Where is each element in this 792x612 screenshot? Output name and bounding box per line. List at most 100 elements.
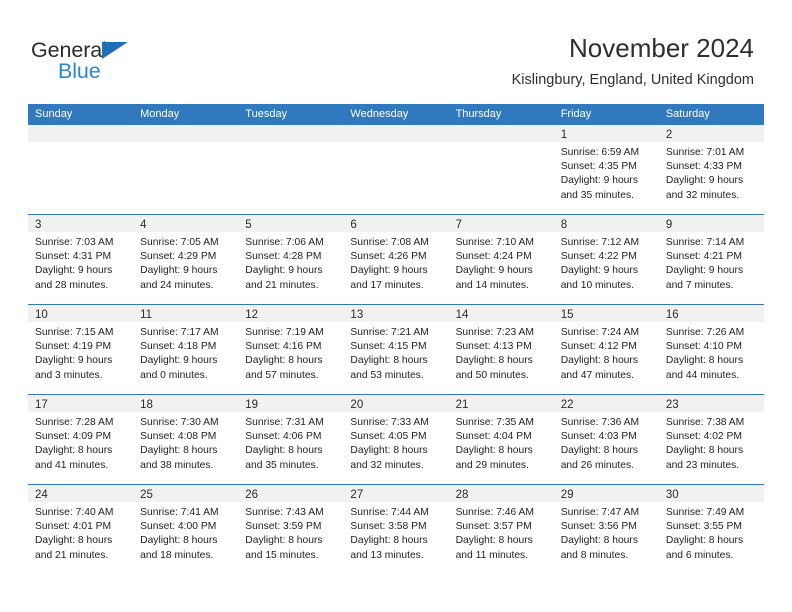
day-detail-line: and 7 minutes. <box>665 279 734 291</box>
day-detail-line: Daylight: 8 hours <box>455 355 533 367</box>
day-number-band: 17 <box>28 395 134 412</box>
calendar-day-cell[interactable]: 28 Sunrise: 7:46 AM Sunset: 3:57 PM Dayligh… <box>448 485 554 574</box>
calendar-day-cell[interactable]: 27 Sunrise: 7:44 AM Sunset: 3:58 PM Dayligh… <box>343 485 449 574</box>
day-detail-line: Sunrise: 6:59 AM <box>560 147 640 158</box>
weekday-header-monday: Monday <box>140 108 180 120</box>
calendar-day-cell[interactable]: 6 Sunrise: 7:08 AM Sunset: 4:26 PM Daylight… <box>343 215 449 304</box>
day-detail-line: Daylight: 8 hours <box>350 445 428 457</box>
weekday-header-row: Sunday Monday Tuesday Wednesday Thursday Frid… <box>28 104 764 124</box>
calendar-day-cell[interactable]: 22 Sunrise: 7:36 AM Sunset: 4:03 PM Dayligh… <box>553 395 659 484</box>
day-detail-line: Sunrise: 7:31 AM <box>245 417 324 428</box>
calendar-day-cell[interactable]: 30 Sunrise: 7:49 AM Sunset: 3:55 PM Dayligh… <box>658 485 764 574</box>
day-number: 26 <box>245 489 259 501</box>
calendar-day-cell[interactable]: 24 Sunrise: 7:40 AM Sunset: 4:01 PM Dayligh… <box>28 485 134 574</box>
day-detail-line: Daylight: 9 hours <box>35 265 113 277</box>
day-detail-line: Sunset: 4:13 PM <box>455 341 532 353</box>
calendar-day-cell[interactable]: 26 Sunrise: 7:43 AM Sunset: 3:59 PM Dayligh… <box>238 485 344 574</box>
day-number: 20 <box>350 399 364 411</box>
day-detail-line: Daylight: 8 hours <box>665 355 744 367</box>
calendar-day-cell[interactable]: 14 Sunrise: 7:23 AM Sunset: 4:13 PM Dayligh… <box>448 305 554 394</box>
day-detail-line: Sunrise: 7:06 AM <box>245 237 324 248</box>
day-number-band: 20 <box>343 395 449 412</box>
calendar-day-cell[interactable]: 20 Sunrise: 7:33 AM Sunset: 4:05 PM Dayligh… <box>343 395 449 484</box>
day-number-band <box>448 125 554 142</box>
day-detail-line: Sunset: 4:09 PM <box>35 431 112 443</box>
day-detail-line: Daylight: 9 hours <box>140 355 218 367</box>
calendar-day-cell[interactable]: 15 Sunrise: 7:24 AM Sunset: 4:12 PM Dayligh… <box>553 305 659 394</box>
day-detail-line: Sunset: 4:24 PM <box>455 251 532 263</box>
day-number: 24 <box>35 489 48 501</box>
day-details: Sunrise: 7:31 AM Sunset: 4:06 PM Daylight:… <box>238 412 343 473</box>
calendar-day-cell[interactable]: 4 Sunrise: 7:05 AM Sunset: 4:29 PM Daylight… <box>133 215 239 304</box>
triangle-icon <box>102 42 128 59</box>
day-number-band: 19 <box>238 395 344 412</box>
day-number: 10 <box>35 309 48 321</box>
day-number-band: 26 <box>238 485 344 502</box>
day-details: Sunrise: 7:24 AM Sunset: 4:12 PM Daylight:… <box>554 322 659 383</box>
day-detail-line: Sunrise: 7:46 AM <box>455 507 534 518</box>
day-detail-line: Sunrise: 7:26 AM <box>665 327 745 338</box>
calendar-grid: Sunday Monday Tuesday Wednesday Thursday Frid… <box>28 104 764 574</box>
calendar-day-cell[interactable]: 16 Sunrise: 7:26 AM Sunset: 4:10 PM Dayligh… <box>658 305 764 394</box>
day-detail-line: Sunrise: 7:23 AM <box>455 327 534 338</box>
calendar-day-cell[interactable]: 18 Sunrise: 7:30 AM Sunset: 4:08 PM Dayligh… <box>133 395 239 484</box>
day-detail-line: Sunrise: 7:24 AM <box>560 327 640 338</box>
day-detail-line: Sunset: 4:19 PM <box>35 341 112 353</box>
day-details: Sunrise: 7:49 AM Sunset: 3:55 PM Daylight:… <box>659 502 764 563</box>
calendar-day-cell[interactable]: 3 Sunrise: 7:03 AM Sunset: 4:31 PM Daylight… <box>28 215 134 304</box>
day-details: Sunrise: 7:28 AM Sunset: 4:09 PM Daylight:… <box>28 412 133 473</box>
day-detail-line: and 17 minutes. <box>350 279 424 291</box>
day-detail-line: and 44 minutes. <box>665 369 740 381</box>
calendar-day-cell[interactable]: 9 Sunrise: 7:14 AM Sunset: 4:21 PM Daylight… <box>658 215 764 304</box>
day-detail-line: Sunset: 4:08 PM <box>140 431 217 443</box>
brand-name-blue: Blue <box>58 59 101 83</box>
weekday-header-saturday: Saturday <box>665 108 710 120</box>
day-detail-line: and 3 minutes. <box>35 369 103 381</box>
day-detail-line: Sunrise: 7:08 AM <box>350 237 429 248</box>
day-details: Sunrise: 7:33 AM Sunset: 4:05 PM Daylight:… <box>343 412 448 473</box>
day-number: 2 <box>665 129 673 141</box>
calendar-day-cell[interactable]: 17 Sunrise: 7:28 AM Sunset: 4:09 PM Dayligh… <box>28 395 134 484</box>
calendar-cell-empty <box>238 125 344 214</box>
calendar-cell-empty <box>28 125 134 214</box>
calendar-day-cell[interactable]: 19 Sunrise: 7:31 AM Sunset: 4:06 PM Dayligh… <box>238 395 344 484</box>
day-details: Sunrise: 7:08 AM Sunset: 4:26 PM Daylight:… <box>343 232 448 293</box>
calendar-day-cell[interactable]: 12 Sunrise: 7:19 AM Sunset: 4:16 PM Dayligh… <box>238 305 344 394</box>
calendar-day-cell[interactable]: 25 Sunrise: 7:41 AM Sunset: 4:00 PM Dayligh… <box>133 485 239 574</box>
day-detail-line: Daylight: 8 hours <box>35 445 113 457</box>
calendar-day-cell[interactable]: 10 Sunrise: 7:15 AM Sunset: 4:19 PM Dayligh… <box>28 305 134 394</box>
calendar-day-cell[interactable]: 2 Sunrise: 7:01 AM Sunset: 4:33 PM Daylight… <box>658 125 764 214</box>
day-details: Sunrise: 7:12 AM Sunset: 4:22 PM Daylight:… <box>554 232 659 293</box>
calendar-day-cell[interactable]: 8 Sunrise: 7:12 AM Sunset: 4:22 PM Daylight… <box>553 215 659 304</box>
calendar-day-cell[interactable]: 5 Sunrise: 7:06 AM Sunset: 4:28 PM Daylight… <box>238 215 344 304</box>
day-detail-line: and 0 minutes. <box>140 369 208 381</box>
day-number: 17 <box>35 399 48 411</box>
day-number-band: 2 <box>658 125 764 142</box>
weekday-header-thursday: Thursday <box>455 108 502 120</box>
brand-logo[interactable]: General Blue <box>31 38 171 86</box>
day-details: Sunrise: 7:36 AM Sunset: 4:03 PM Daylight:… <box>554 412 659 473</box>
day-detail-line: Sunset: 4:04 PM <box>455 431 532 443</box>
day-detail-line: and 10 minutes. <box>560 279 634 291</box>
day-detail-line: and 13 minutes. <box>350 549 424 561</box>
calendar-day-cell[interactable]: 23 Sunrise: 7:38 AM Sunset: 4:02 PM Dayligh… <box>658 395 764 484</box>
day-number: 14 <box>455 309 469 321</box>
day-detail-line: and 53 minutes. <box>350 369 424 381</box>
calendar-day-cell[interactable]: 1 Sunrise: 6:59 AM Sunset: 4:35 PM Daylight… <box>553 125 659 214</box>
day-detail-line: Sunrise: 7:28 AM <box>35 417 114 428</box>
calendar-day-cell[interactable]: 13 Sunrise: 7:21 AM Sunset: 4:15 PM Dayligh… <box>343 305 449 394</box>
day-detail-line: Sunset: 4:16 PM <box>245 341 322 353</box>
title-block: November 2024 Kislingbury, England, Unit… <box>512 32 754 89</box>
day-detail-line: Sunrise: 7:40 AM <box>35 507 114 518</box>
calendar-day-cell[interactable]: 11 Sunrise: 7:17 AM Sunset: 4:18 PM Dayligh… <box>133 305 239 394</box>
day-number-band: 4 <box>133 215 239 232</box>
day-number-band: 22 <box>553 395 659 412</box>
day-detail-line: Daylight: 8 hours <box>560 535 638 547</box>
day-number-band: 3 <box>28 215 134 232</box>
day-detail-line: and 35 minutes. <box>245 459 319 471</box>
day-number: 22 <box>560 399 574 411</box>
calendar-day-cell[interactable]: 7 Sunrise: 7:10 AM Sunset: 4:24 PM Daylight… <box>448 215 554 304</box>
day-detail-line: Sunrise: 7:01 AM <box>665 147 745 158</box>
calendar-day-cell[interactable]: 29 Sunrise: 7:47 AM Sunset: 3:56 PM Dayligh… <box>553 485 659 574</box>
calendar-day-cell[interactable]: 21 Sunrise: 7:35 AM Sunset: 4:04 PM Dayligh… <box>448 395 554 484</box>
